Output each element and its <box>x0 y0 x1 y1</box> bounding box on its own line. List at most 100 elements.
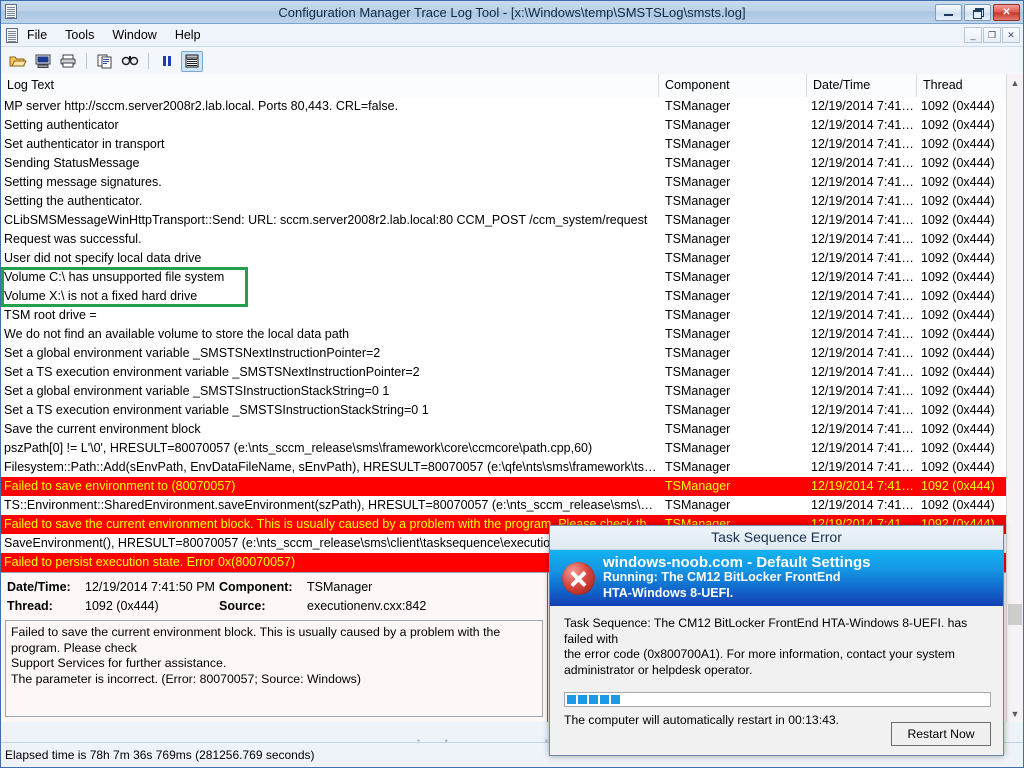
vertical-scrollbar[interactable]: ▲ ▼ <box>1006 74 1023 722</box>
mdi-restore-button[interactable]: ❐ <box>983 27 1001 43</box>
scrollbar-thumb[interactable] <box>1008 604 1022 625</box>
table-row[interactable]: Set a TS execution environment variable … <box>1 363 1023 382</box>
cell-log-text: We do not find an available volume to st… <box>4 327 350 341</box>
cell-thread: 1092 (0x444) <box>921 346 995 360</box>
cell-thread: 1092 (0x444) <box>921 308 995 322</box>
cell-datetime: 12/19/2014 7:41:50 PM <box>811 137 917 151</box>
mdi-controls: _ ❐ ✕ <box>964 27 1023 43</box>
table-row[interactable]: Failed to save environment to (80070057)… <box>1 477 1023 496</box>
cell-log-text: Failed to save environment to (80070057) <box>4 479 236 493</box>
restore-button[interactable] <box>964 3 991 21</box>
cell-component: TSManager <box>665 422 731 436</box>
detail-meta: Date/Time: 12/19/2014 7:41:50 PM Compone… <box>1 573 547 616</box>
cell-component: TSManager <box>665 194 731 208</box>
cell-component: TSManager <box>665 232 731 246</box>
cell-component: TSManager <box>665 346 731 360</box>
table-row[interactable]: Set a global environment variable _SMSTS… <box>1 344 1023 363</box>
cell-datetime: 12/19/2014 7:41:50 PM <box>811 118 917 132</box>
cell-log-text: TSM root drive = <box>4 308 97 322</box>
table-row[interactable]: Volume X:\ is not a fixed hard drive TSMa… <box>1 287 1023 306</box>
cell-datetime: 12/19/2014 7:41:50 PM <box>811 441 917 455</box>
application-window: Configuration Manager Trace Log Tool - [… <box>0 0 1024 768</box>
detail-thread-value: 1092 (0x444) <box>85 599 159 613</box>
cell-datetime: 12/19/2014 7:41:50 PM <box>811 403 917 417</box>
menu-item-tools[interactable]: Tools <box>56 26 103 44</box>
close-button[interactable]: ✕ <box>993 3 1020 21</box>
minimize-button[interactable] <box>935 3 962 21</box>
table-row[interactable]: Setting message signatures. TSManager 12/1… <box>1 173 1023 192</box>
cell-log-text: Setting authenticator <box>4 118 119 132</box>
cell-log-text: Sending StatusMessage <box>4 156 140 170</box>
cell-log-text: MP server http://sccm.server2008r2.lab.l… <box>4 99 399 113</box>
table-row[interactable]: We do not find an available volume to st… <box>1 325 1023 344</box>
restart-now-button[interactable]: Restart Now <box>891 722 991 746</box>
table-row[interactable]: Filesystem::Path::Add(sEnvPath, EnvDataF… <box>1 458 1023 477</box>
cell-thread: 1092 (0x444) <box>921 270 995 284</box>
mdi-close-button[interactable]: ✕ <box>1002 27 1020 43</box>
cell-component: TSManager <box>665 498 731 512</box>
column-header-datetime[interactable]: Date/Time <box>807 74 917 97</box>
table-row[interactable]: MP server http://sccm.server2008r2.lab.l… <box>1 97 1023 116</box>
table-row[interactable]: Setting the authenticator. TSManager 12/19… <box>1 192 1023 211</box>
dialog-banner-line3: HTA-Windows 8-UEFI. <box>603 585 734 600</box>
cell-datetime: 12/19/2014 7:41:50 PM <box>811 232 917 246</box>
copy-icon[interactable] <box>94 51 116 72</box>
save-icon[interactable] <box>32 51 54 72</box>
pause-icon[interactable] <box>156 51 178 72</box>
cell-component: TSManager <box>665 327 731 341</box>
cell-thread: 1092 (0x444) <box>921 137 995 151</box>
error-icon <box>562 561 595 595</box>
log-view-icon[interactable] <box>181 50 203 72</box>
table-row[interactable]: Sending StatusMessage TSManager 12/19/2014… <box>1 154 1023 173</box>
mdi-minimize-button[interactable]: _ <box>964 27 982 43</box>
cell-thread: 1092 (0x444) <box>921 365 995 379</box>
cell-component: TSManager <box>665 384 731 398</box>
menu-item-help[interactable]: Help <box>166 26 210 44</box>
table-row[interactable]: Set authenticator in transport TSManager 1… <box>1 135 1023 154</box>
toolbar <box>1 47 1023 76</box>
cell-log-text: Setting the authenticator. <box>4 194 143 208</box>
cell-thread: 1092 (0x444) <box>921 175 995 189</box>
table-row[interactable]: TSM root drive = TSManager 12/19/2014 7:41… <box>1 306 1023 325</box>
cell-component: TSManager <box>665 441 731 455</box>
log-rows-container[interactable]: MP server http://sccm.server2008r2.lab.l… <box>1 97 1023 572</box>
dialog-body-line2: the error code (0x800700A1). For more in… <box>564 647 955 661</box>
table-row[interactable]: Setting authenticator TSManager 12/19/2014… <box>1 116 1023 135</box>
find-icon[interactable] <box>119 51 141 72</box>
cell-thread: 1092 (0x444) <box>921 156 995 170</box>
scroll-up-icon[interactable]: ▲ <box>1007 74 1023 91</box>
table-row[interactable]: TS::Environment::SharedEnvironment.saveE… <box>1 496 1023 515</box>
table-row[interactable]: Volume C:\ has unsupported file system TS… <box>1 268 1023 287</box>
cell-thread: 1092 (0x444) <box>921 460 995 474</box>
cell-thread: 1092 (0x444) <box>921 479 995 493</box>
table-row[interactable]: pszPath[0] != L'\0', HRESULT=80070057 (e… <box>1 439 1023 458</box>
column-header-thread[interactable]: Thread <box>917 74 1007 97</box>
progress-block <box>567 695 576 704</box>
menu-item-file[interactable]: File <box>18 26 56 44</box>
cell-log-text: CLibSMSMessageWinHttpTransport::Send: UR… <box>4 213 648 227</box>
open-icon[interactable] <box>7 51 29 72</box>
table-row[interactable]: CLibSMSMessageWinHttpTransport::Send: UR… <box>1 211 1023 230</box>
grid-header-row: Log Text Component Date/Time Thread <box>1 74 1023 98</box>
table-row[interactable]: Set a TS execution environment variable … <box>1 401 1023 420</box>
table-row[interactable]: User did not specify local data drive TSM… <box>1 249 1023 268</box>
detail-message-box[interactable]: Failed to save the current environment b… <box>5 620 543 717</box>
cell-log-text: Volume C:\ has unsupported file system <box>4 270 225 284</box>
table-row[interactable]: Request was successful. TSManager 12/19/20… <box>1 230 1023 249</box>
cell-thread: 1092 (0x444) <box>921 441 995 455</box>
detail-datetime-value: 12/19/2014 7:41:50 PM <box>85 580 215 594</box>
cell-log-text: Set a TS execution environment variable … <box>4 365 420 379</box>
column-header-component[interactable]: Component <box>659 74 807 97</box>
dialog-body-line3: administrator or helpdesk operator. <box>564 662 753 677</box>
scroll-down-icon[interactable]: ▼ <box>1007 705 1023 722</box>
table-row[interactable]: Set a global environment variable _SMSTS… <box>1 382 1023 401</box>
menu-item-window[interactable]: Window <box>103 26 165 44</box>
column-header-log-text[interactable]: Log Text <box>1 74 659 97</box>
dialog-banner: windows-noob.com - Default Settings Runn… <box>550 550 1003 606</box>
print-icon[interactable] <box>57 51 79 72</box>
cell-datetime: 12/19/2014 7:41:50 PM <box>811 270 917 284</box>
cell-log-text: Save the current environment block <box>4 422 201 436</box>
table-row[interactable]: Save the current environment block TSMana… <box>1 420 1023 439</box>
cell-datetime: 12/19/2014 7:41:50 PM <box>811 156 917 170</box>
cell-component: TSManager <box>665 118 731 132</box>
